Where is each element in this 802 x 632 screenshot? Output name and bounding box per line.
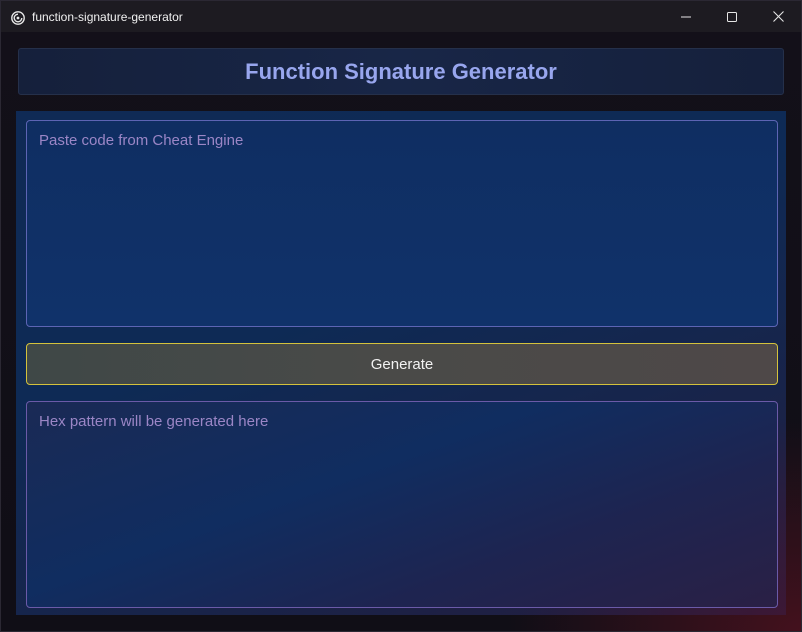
minimize-button[interactable] — [663, 1, 709, 32]
close-icon — [772, 11, 784, 22]
generate-button[interactable]: Generate — [26, 343, 778, 385]
app-swirl-icon — [11, 10, 25, 25]
hex-pattern-output[interactable] — [26, 401, 778, 608]
title-bar[interactable]: function-signature-generator — [1, 1, 801, 32]
maximize-button[interactable] — [709, 1, 755, 32]
header-banner: Function Signature Generator — [18, 48, 784, 95]
app-window: function-signature-generator Function Si… — [0, 0, 802, 632]
main-panel: Generate — [16, 111, 786, 615]
window-controls — [663, 1, 801, 32]
close-button[interactable] — [755, 1, 801, 32]
maximize-icon — [727, 11, 737, 22]
page-title: Function Signature Generator — [245, 58, 557, 84]
window-title: function-signature-generator — [32, 9, 183, 24]
app-content: Function Signature Generator Generate — [1, 32, 801, 631]
minimize-icon — [681, 16, 691, 17]
code-input[interactable] — [26, 120, 778, 327]
